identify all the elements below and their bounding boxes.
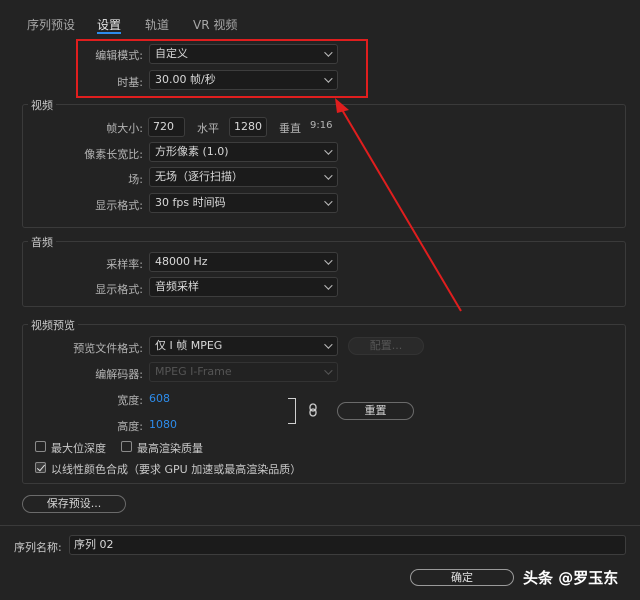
arrow-annotation [335, 98, 462, 312]
